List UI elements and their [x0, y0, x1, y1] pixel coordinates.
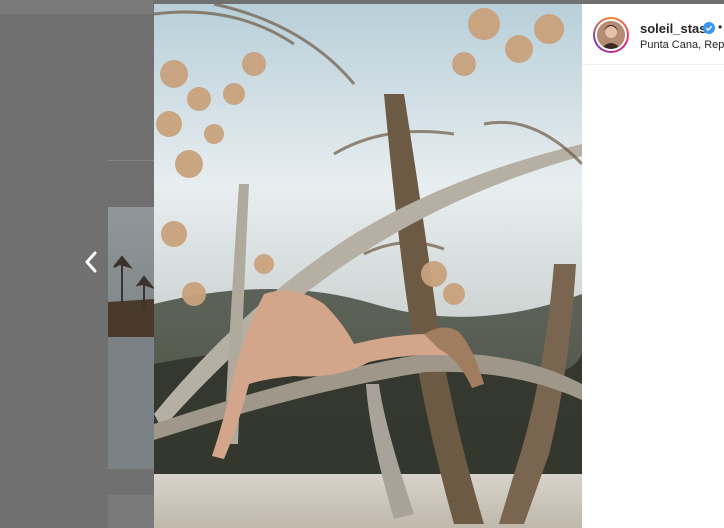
post-photo[interactable]	[154, 4, 582, 528]
separator-dot: •	[718, 20, 723, 34]
post-side-panel: soleil_stasi • Punta Cana, Repú	[582, 4, 724, 528]
profile-avatar[interactable]	[595, 19, 627, 51]
background-card	[108, 495, 154, 528]
previous-post-button[interactable]	[80, 248, 102, 276]
chevron-left-icon	[85, 251, 97, 273]
previous-post-thumbnail[interactable]	[108, 207, 154, 469]
background-card	[0, 0, 153, 14]
story-ring[interactable]	[593, 17, 629, 53]
post-header: soleil_stasi • Punta Cana, Repú	[582, 4, 724, 65]
verified-badge-icon	[703, 22, 715, 34]
background-divider	[108, 160, 154, 161]
username-link[interactable]: soleil_stasi	[640, 21, 710, 36]
location-link[interactable]: Punta Cana, Repú	[640, 39, 724, 51]
